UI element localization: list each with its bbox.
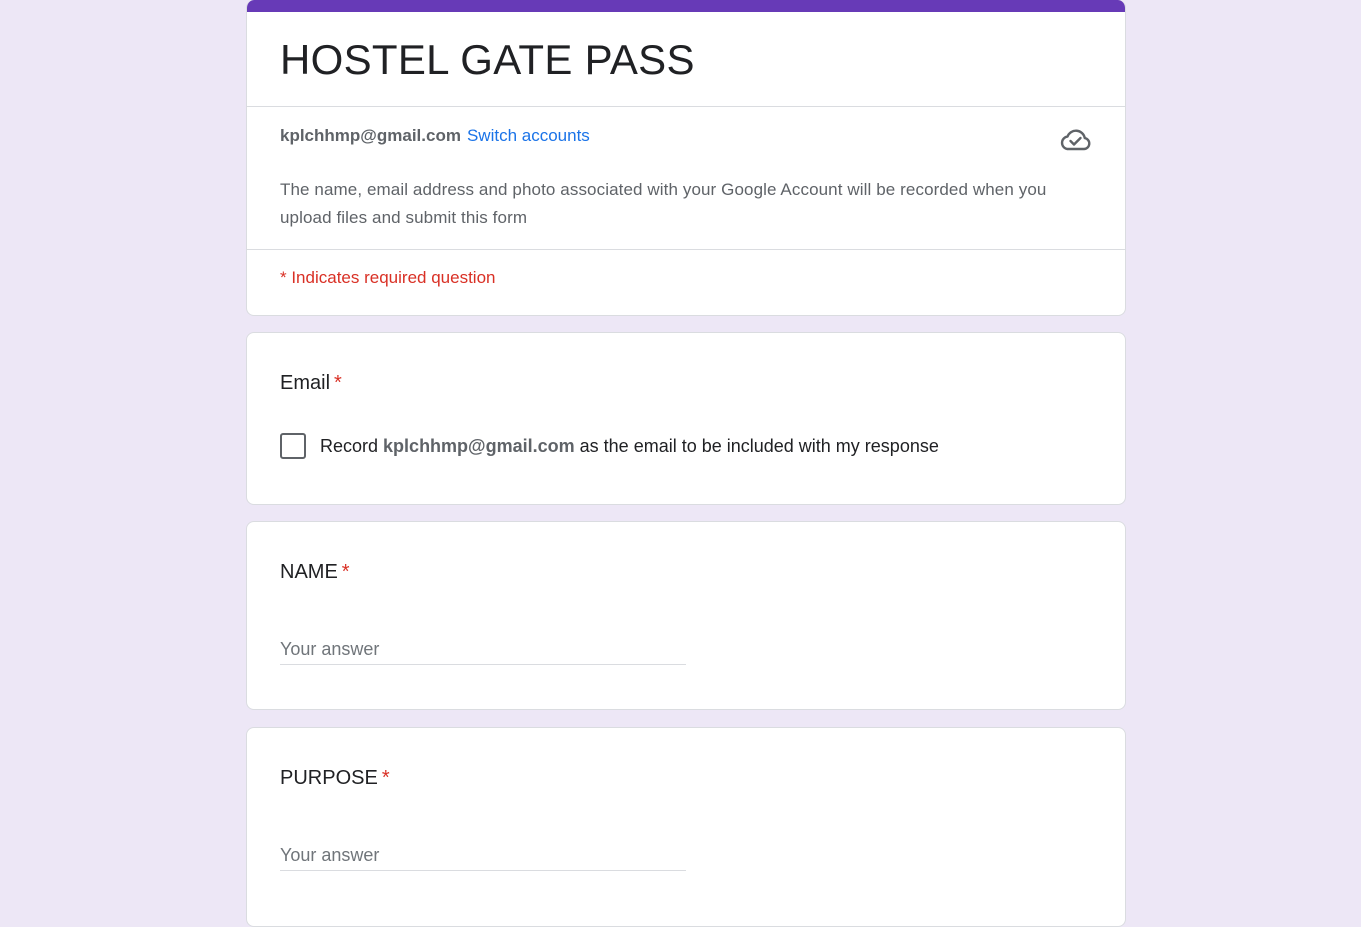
privacy-notice: The name, email address and photo associ…: [280, 180, 1047, 227]
required-note: * Indicates required question: [280, 268, 496, 287]
name-input[interactable]: [280, 634, 686, 665]
required-star: *: [334, 372, 342, 394]
checkbox-prefix: Record: [320, 436, 379, 456]
question-title: PURPOSE *: [280, 765, 390, 791]
question-label: PURPOSE: [280, 767, 378, 789]
question-card-email: Email * Record kplchhmp@gmail.com as the …: [246, 332, 1126, 505]
question-card-name: NAME *: [246, 521, 1126, 710]
question-title: Email *: [280, 370, 342, 396]
form-title: HOSTEL GATE PASS: [280, 36, 695, 83]
checkbox-suffix: as the email to be included with my resp…: [579, 436, 939, 456]
switch-accounts-link[interactable]: Switch accounts: [467, 126, 590, 145]
form-header-card: HOSTEL GATE PASS kplchhmp@gmail.com Switc…: [246, 0, 1126, 316]
account-email: kplchhmp@gmail.com: [280, 126, 461, 145]
question-card-purpose: PURPOSE *: [246, 727, 1126, 927]
required-star: *: [381, 767, 390, 789]
question-label: NAME: [280, 561, 338, 583]
cloud-check-icon: [1060, 129, 1091, 151]
required-star: *: [341, 561, 350, 583]
divider: [247, 249, 1125, 250]
question-label: Email: [280, 372, 331, 394]
divider: [247, 106, 1125, 107]
record-email-checkbox[interactable]: [280, 433, 306, 459]
record-email-label[interactable]: Record kplchhmp@gmail.com as the email t…: [320, 434, 939, 458]
checkbox-email: kplchhmp@gmail.com: [383, 436, 575, 456]
account-row: kplchhmp@gmail.com Switch accounts: [280, 125, 590, 147]
purpose-input[interactable]: [280, 840, 686, 871]
accent-bar: [247, 0, 1125, 12]
question-title: NAME *: [280, 559, 350, 585]
